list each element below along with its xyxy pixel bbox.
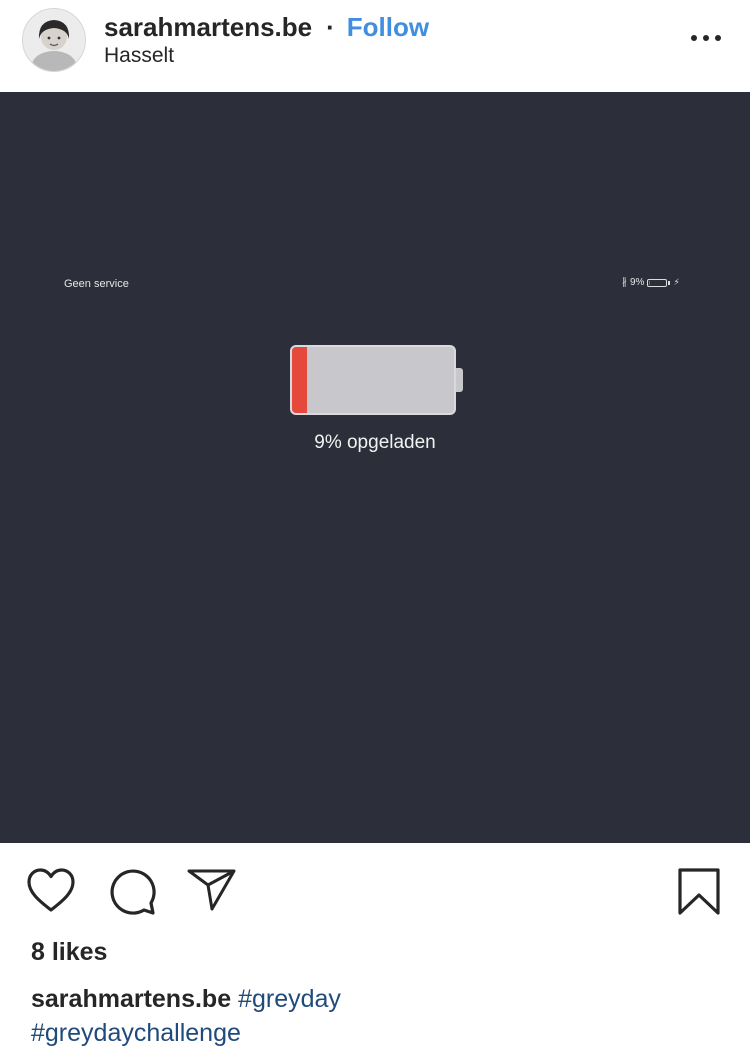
caption-username[interactable]: sarahmartens.be: [31, 985, 231, 1013]
mini-battery-icon: [647, 278, 668, 287]
avatar[interactable]: [22, 8, 86, 72]
post-header: sarahmartens.be · Follow Hasselt: [0, 0, 750, 92]
profile-photo: [23, 9, 85, 71]
battery-cap: [456, 368, 463, 392]
separator-dot: ·: [326, 11, 335, 42]
mini-battery-cap: [668, 280, 671, 285]
charge-status-text: 9% opgeladen: [314, 432, 436, 453]
battery-icon: [290, 345, 456, 415]
post-image[interactable]: Geen service ∦ 9% ⚡ 9% opgeladen: [0, 92, 750, 843]
comment-icon[interactable]: [108, 867, 158, 922]
action-bar: [0, 843, 750, 943]
post-location[interactable]: Hasselt: [104, 44, 174, 68]
user-line: sarahmartens.be · Follow: [104, 10, 429, 44]
status-battery-percent: 9%: [630, 277, 645, 288]
charging-icon: ⚡: [673, 277, 680, 287]
paper-plane-icon[interactable]: [186, 867, 238, 918]
likes-count[interactable]: 8 likes: [31, 938, 107, 967]
hashtag[interactable]: #greyday: [238, 985, 341, 1013]
battery-level: [292, 347, 307, 413]
hashtag[interactable]: #greydaychallenge: [31, 1019, 241, 1047]
bookmark-icon[interactable]: [676, 867, 722, 922]
status-bar-right: ∦ 9% ⚡: [622, 277, 680, 288]
more-options-icon[interactable]: [686, 28, 726, 48]
follow-button[interactable]: Follow: [347, 12, 429, 43]
heart-icon[interactable]: [26, 867, 76, 920]
status-carrier: Geen service: [64, 278, 129, 290]
post-caption: sarahmartens.be #greyday #greydaychallen…: [31, 982, 721, 1050]
bluetooth-icon: ∦: [622, 277, 627, 288]
post-username[interactable]: sarahmartens.be: [104, 12, 312, 43]
